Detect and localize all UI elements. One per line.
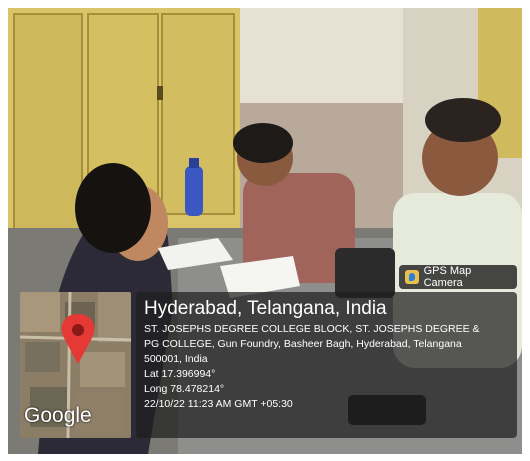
gps-map-camera-icon — [405, 270, 419, 284]
location-info: Hyderabad, Telangana, India ST. JOSEPHS … — [136, 292, 517, 438]
longitude: Long 78.478214° — [144, 383, 225, 395]
address-line-1: ST. JOSEPHS DEGREE COLLEGE BLOCK, ST. JO… — [144, 323, 480, 335]
address-line-2: PG COLLEGE, Gun Foundry, Basheer Bagh, H… — [144, 338, 462, 350]
location-overlay: Google Hyderabad, Telangana, India ST. J… — [8, 291, 522, 454]
photo-frame: GPS Map Camera Google Hyderabad, Telanga… — [8, 8, 522, 454]
address-line-3: 500001, India — [144, 353, 208, 365]
google-watermark: Google — [24, 404, 92, 427]
city-title: Hyderabad, Telangana, India — [144, 298, 387, 319]
mini-map: Google — [20, 292, 131, 438]
latitude: Lat 17.396994° — [144, 368, 216, 380]
gps-map-camera-badge: GPS Map Camera — [399, 265, 517, 289]
app-name-label: GPS Map Camera — [423, 265, 472, 289]
timestamp: 22/10/22 11:23 AM GMT +05:30 — [144, 398, 293, 410]
